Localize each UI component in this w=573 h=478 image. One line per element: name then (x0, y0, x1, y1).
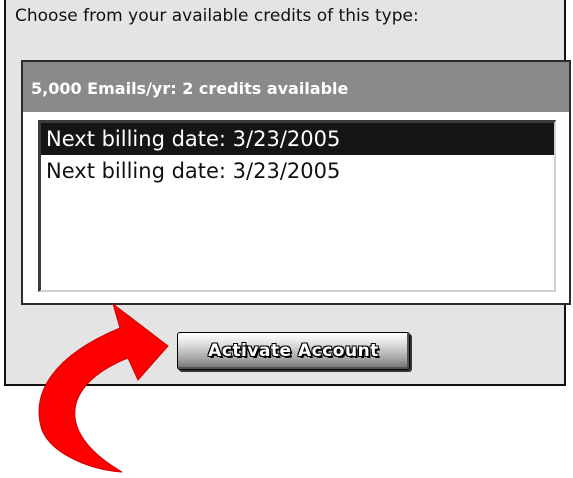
curved-arrow-icon (38, 302, 169, 473)
curved-arrow-shape (38, 302, 169, 473)
